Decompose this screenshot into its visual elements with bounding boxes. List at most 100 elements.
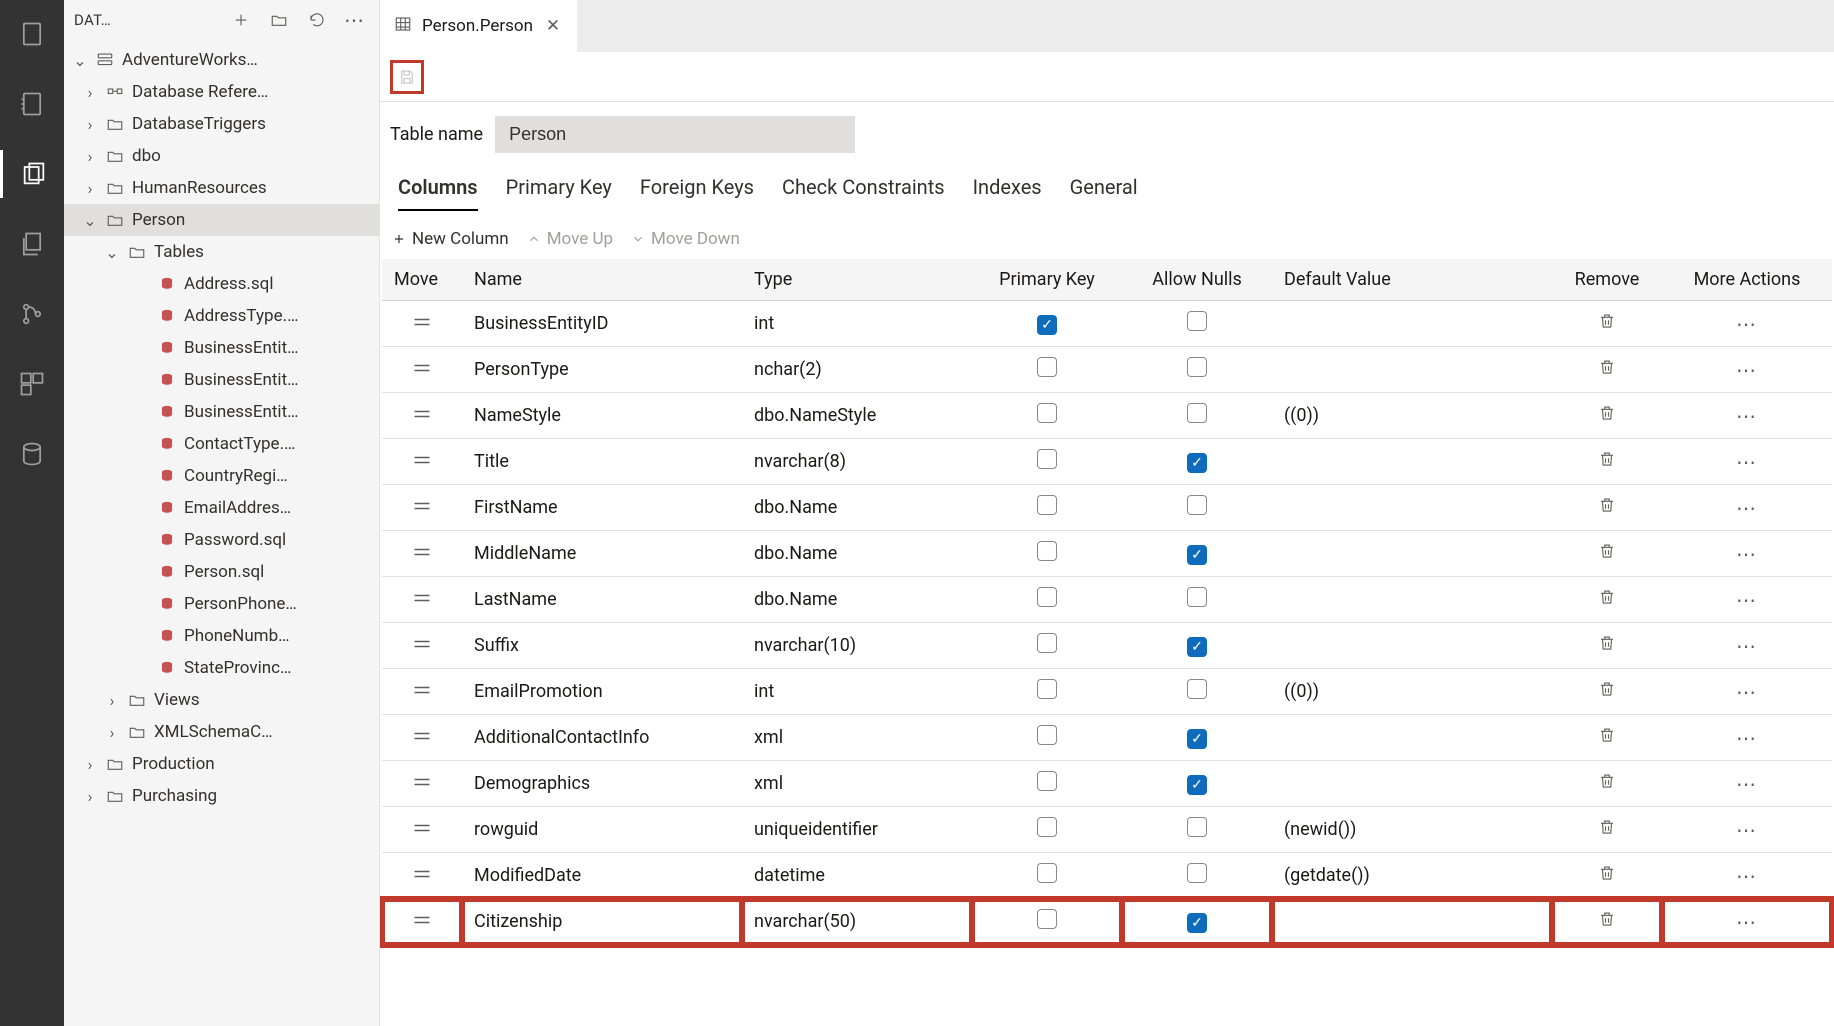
tree-folder-purchasing[interactable]: › Purchasing [64, 780, 379, 812]
tree-folder-xmlschema[interactable]: › XMLSchemaC… [64, 716, 379, 748]
col-header-nulls[interactable]: Allow Nulls [1122, 259, 1272, 301]
refresh-button[interactable] [303, 6, 331, 34]
checkbox-unchecked[interactable] [1037, 679, 1057, 699]
column-type-cell[interactable]: nvarchar(8) [742, 439, 972, 485]
column-type-cell[interactable]: nvarchar(10) [742, 623, 972, 669]
more-actions-button[interactable]: ⋯ [1736, 358, 1758, 382]
tree-folder-humanresources[interactable]: ›HumanResources [64, 172, 379, 204]
table-row[interactable]: FirstNamedbo.Name⋯ [382, 485, 1832, 531]
column-name-cell[interactable]: PersonType [462, 347, 742, 393]
more-actions-button[interactable]: ⋯ [1736, 818, 1758, 842]
column-default-cell[interactable] [1272, 301, 1552, 347]
tree-file[interactable]: BusinessEntit… [64, 332, 379, 364]
delete-button[interactable] [1598, 498, 1616, 519]
tab-check-constraints[interactable]: Check Constraints [782, 175, 945, 209]
delete-button[interactable] [1598, 820, 1616, 841]
move-up-button[interactable]: Move Up [527, 229, 613, 249]
table-row[interactable]: Titlenvarchar(8)⋯ [382, 439, 1832, 485]
delete-button[interactable] [1598, 774, 1616, 795]
column-name-cell[interactable]: MiddleName [462, 531, 742, 577]
column-default-cell[interactable] [1272, 577, 1552, 623]
column-type-cell[interactable]: datetime [742, 853, 972, 899]
column-name-cell[interactable]: Citizenship [462, 899, 742, 945]
col-header-pk[interactable]: Primary Key [972, 259, 1122, 301]
column-default-cell[interactable]: ((0)) [1272, 669, 1552, 715]
table-row[interactable]: BusinessEntityIDint⋯ [382, 301, 1832, 347]
tree-file[interactable]: BusinessEntit… [64, 364, 379, 396]
table-row[interactable]: AdditionalContactInfoxml ⋯ [382, 715, 1832, 761]
drag-handle-icon[interactable] [412, 773, 432, 794]
tree-root[interactable]: ⌄ AdventureWorks… [64, 44, 379, 76]
more-actions-button[interactable]: ⋯ [1736, 864, 1758, 888]
checkbox-unchecked[interactable] [1037, 863, 1057, 883]
column-default-cell[interactable] [1272, 761, 1552, 807]
more-actions-button[interactable]: ⋯ [1736, 772, 1758, 796]
checkbox-unchecked[interactable] [1037, 449, 1057, 469]
table-row[interactable]: ModifiedDatedatetime(getdate())⋯ [382, 853, 1832, 899]
checkbox-unchecked[interactable] [1037, 541, 1057, 561]
checkbox-unchecked[interactable] [1187, 863, 1207, 883]
tab-primary-key[interactable]: Primary Key [506, 175, 612, 209]
column-type-cell[interactable]: dbo.Name [742, 531, 972, 577]
delete-button[interactable] [1598, 728, 1616, 749]
drag-handle-icon[interactable] [412, 635, 432, 656]
column-default-cell[interactable] [1272, 715, 1552, 761]
tree-file[interactable]: ContactType.… [64, 428, 379, 460]
column-type-cell[interactable]: xml [742, 715, 972, 761]
tab-foreign-keys[interactable]: Foreign Keys [640, 175, 754, 209]
tab-general[interactable]: General [1070, 175, 1138, 209]
more-button[interactable]: ⋯ [341, 6, 369, 34]
close-tab-button[interactable]: ✕ [543, 16, 563, 36]
delete-button[interactable] [1598, 912, 1616, 933]
column-default-cell[interactable] [1272, 899, 1552, 945]
checkbox-unchecked[interactable] [1037, 725, 1057, 745]
checkbox-unchecked[interactable] [1037, 817, 1057, 837]
more-actions-button[interactable]: ⋯ [1736, 542, 1758, 566]
tree-folder-production[interactable]: › Production [64, 748, 379, 780]
drag-handle-icon[interactable] [412, 313, 432, 334]
column-type-cell[interactable]: xml [742, 761, 972, 807]
column-default-cell[interactable]: (getdate()) [1272, 853, 1552, 899]
column-name-cell[interactable]: AdditionalContactInfo [462, 715, 742, 761]
tree-file[interactable]: PersonPhone… [64, 588, 379, 620]
checkbox-checked[interactable] [1187, 637, 1207, 657]
drag-handle-icon[interactable] [412, 911, 432, 932]
delete-button[interactable] [1598, 590, 1616, 611]
source-control-icon[interactable] [0, 290, 64, 338]
checkbox-checked[interactable] [1187, 453, 1207, 473]
delete-button[interactable] [1598, 452, 1616, 473]
more-actions-button[interactable]: ⋯ [1736, 588, 1758, 612]
checkbox-checked[interactable] [1187, 545, 1207, 565]
drag-handle-icon[interactable] [412, 727, 432, 748]
delete-button[interactable] [1598, 314, 1616, 335]
table-row[interactable]: LastNamedbo.Name⋯ [382, 577, 1832, 623]
more-actions-button[interactable]: ⋯ [1736, 726, 1758, 750]
col-header-name[interactable]: Name [462, 259, 742, 301]
open-folder-button[interactable] [265, 6, 293, 34]
drag-handle-icon[interactable] [412, 359, 432, 380]
tree-file[interactable]: AddressType.… [64, 300, 379, 332]
drag-handle-icon[interactable] [412, 819, 432, 840]
tree-folder-person[interactable]: ⌄ Person [64, 204, 379, 236]
column-default-cell[interactable] [1272, 439, 1552, 485]
column-type-cell[interactable]: int [742, 669, 972, 715]
table-row[interactable]: MiddleNamedbo.Name ⋯ [382, 531, 1832, 577]
tree-folder-databasetriggers[interactable]: ›DatabaseTriggers [64, 108, 379, 140]
tree-file[interactable]: Person.sql [64, 556, 379, 588]
column-name-cell[interactable]: Demographics [462, 761, 742, 807]
checkbox-unchecked[interactable] [1037, 771, 1057, 791]
drag-handle-icon[interactable] [412, 681, 432, 702]
database-icon[interactable] [0, 430, 64, 478]
col-header-remove[interactable]: Remove [1552, 259, 1662, 301]
more-actions-button[interactable]: ⋯ [1736, 404, 1758, 428]
delete-button[interactable] [1598, 682, 1616, 703]
drag-handle-icon[interactable] [412, 589, 432, 610]
checkbox-unchecked[interactable] [1187, 403, 1207, 423]
table-row[interactable]: Demographicsxml ⋯ [382, 761, 1832, 807]
column-default-cell[interactable]: ((0)) [1272, 393, 1552, 439]
extensions-icon[interactable] [0, 360, 64, 408]
delete-button[interactable] [1598, 406, 1616, 427]
explorer-icon[interactable] [0, 10, 64, 58]
column-default-cell[interactable] [1272, 485, 1552, 531]
col-header-more[interactable]: More Actions [1662, 259, 1832, 301]
